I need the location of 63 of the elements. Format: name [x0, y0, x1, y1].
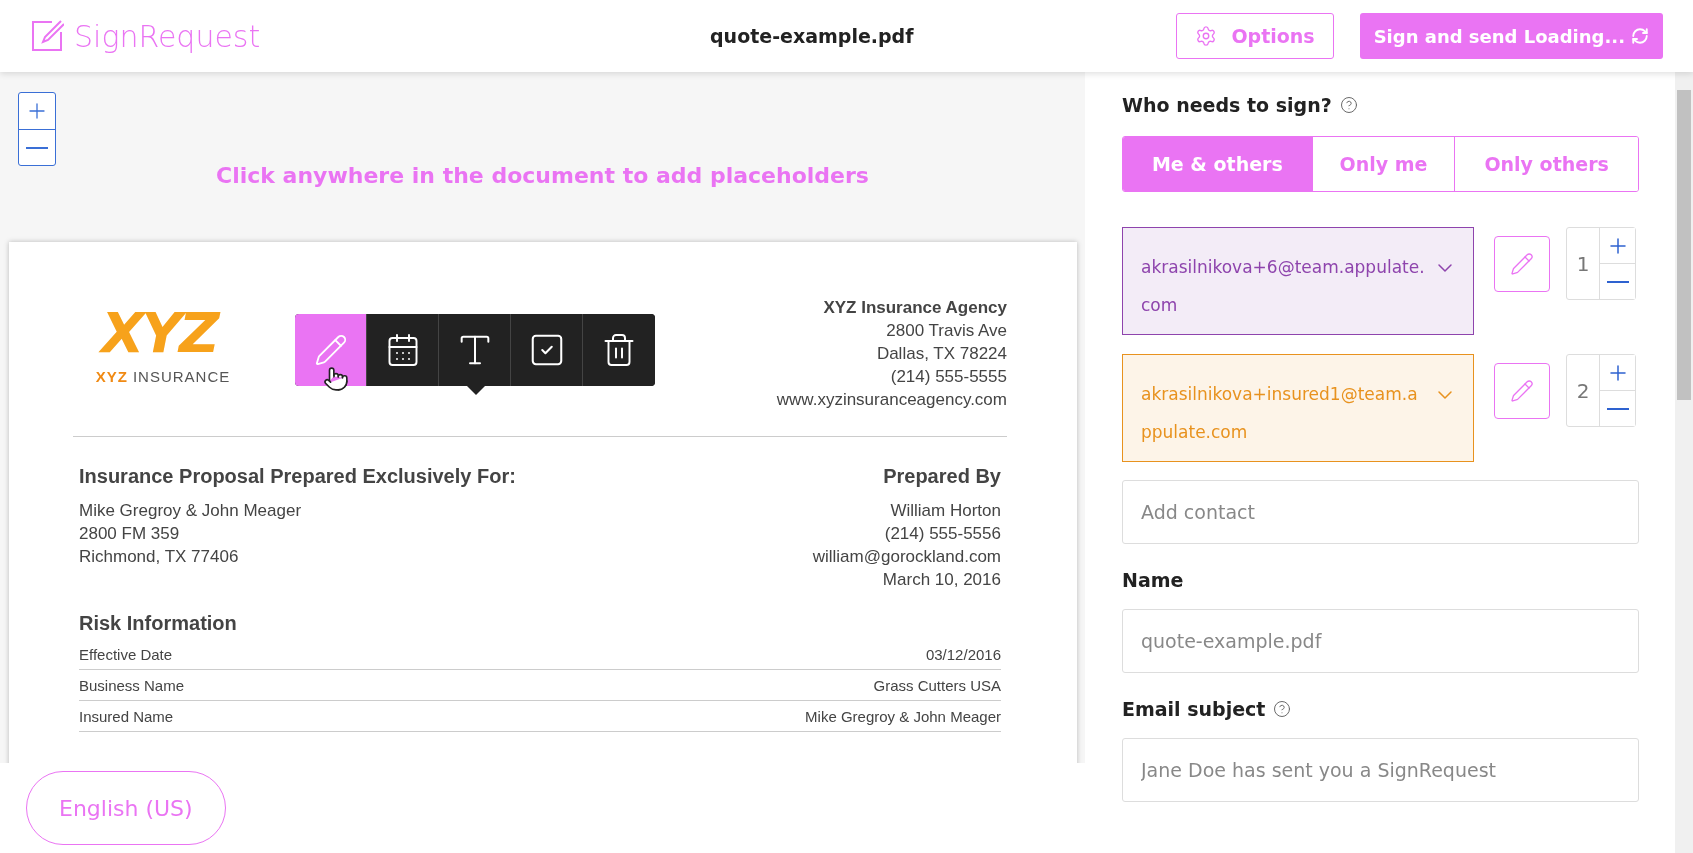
section-heading: Prepared By	[883, 465, 1001, 488]
signer-mode-tab[interactable]: Only others	[1454, 137, 1638, 191]
client-line: 2800 FM 359	[79, 524, 180, 544]
address-line: 2800 Travis Ave	[886, 321, 1007, 341]
table-cell: Effective Date	[79, 645, 173, 663]
field-label: Name	[1122, 569, 1184, 591]
address-line: (214) 555-5555	[890, 367, 1007, 387]
sign-and-send-button[interactable]: Sign and send Loading...	[1359, 13, 1663, 59]
table-cell: Insured Name	[79, 707, 174, 725]
file-name: quote-example.pdf	[710, 25, 914, 47]
logo-text: SignRequest	[74, 18, 261, 54]
scrollbar-thumb[interactable]	[1677, 90, 1691, 400]
field-label: Email subject	[1122, 698, 1266, 720]
preparer-line: (214) 555-5556	[884, 524, 1001, 544]
signer-email: akrasilnikova+6@team.appulate.com	[1141, 256, 1426, 317]
toolbar-pointer	[467, 386, 485, 395]
signer-mode-tab[interactable]: Me & others	[1123, 137, 1312, 191]
preparer-line: William Horton	[890, 501, 1001, 521]
edit-signer-button[interactable]	[1494, 236, 1550, 292]
decrease-order-button[interactable]	[1600, 390, 1635, 426]
edit-signer-button[interactable]	[1494, 363, 1550, 419]
minus-icon	[1606, 280, 1629, 283]
pen-icon	[313, 333, 348, 367]
scrollbar[interactable]	[1675, 72, 1693, 853]
language-button[interactable]: English (US)	[26, 771, 226, 845]
client-line: Richmond, TX 77406	[79, 547, 239, 567]
minus-icon	[26, 146, 48, 149]
preparer-line: william@gorockland.com	[812, 547, 1001, 567]
signer-select[interactable]: akrasilnikova+6@team.appulate.com	[1122, 227, 1474, 335]
name-field[interactable]: quote-example.pdf	[1122, 609, 1639, 673]
help-icon[interactable]	[1339, 96, 1358, 114]
signer-select[interactable]: akrasilnikova+insured1@team.appulate.com	[1122, 354, 1474, 462]
decrease-order-button[interactable]	[1600, 263, 1635, 299]
logo-caption: INSURANCE	[132, 367, 231, 385]
signature-tool[interactable]	[295, 314, 367, 386]
signing-order: 2	[1575, 377, 1591, 405]
hand-cursor-icon	[323, 366, 349, 392]
signer-email: akrasilnikova+insured1@team.appulate.com	[1141, 383, 1419, 444]
client-line: Mike Gregroy & John Meager	[79, 501, 302, 521]
company-logo: XYZ	[98, 302, 220, 364]
section-heading: Risk Information	[79, 612, 238, 635]
address-line: www.xyzinsuranceagency.com	[776, 390, 1007, 410]
signing-order: 1	[1575, 250, 1591, 278]
placeholder-hint: Click anywhere in the document to add placeholders	[216, 163, 869, 188]
add-contact-field[interactable]: Add contact	[1122, 480, 1639, 544]
minus-icon	[1606, 407, 1629, 410]
table-cell: 03/12/2016	[925, 645, 1001, 663]
table-cell: Grass Cutters USA	[873, 676, 1001, 694]
pen-icon	[1510, 379, 1534, 403]
logo-icon	[30, 19, 64, 53]
pen-icon	[1510, 252, 1534, 276]
settings-icon	[1195, 25, 1218, 47]
section-label: Who needs to sign?	[1122, 94, 1332, 116]
agency-name: XYZ Insurance Agency	[823, 298, 1007, 318]
table-cell: Mike Gregroy & John Meager	[805, 707, 1001, 725]
help-icon[interactable]	[1273, 700, 1292, 718]
preparer-line: March 10, 2016	[882, 570, 1001, 590]
loading-icon	[1631, 27, 1649, 45]
logo-caption: XYZ	[95, 367, 128, 385]
table-cell: Business Name	[79, 676, 185, 694]
address-line: Dallas, TX 78224	[876, 344, 1007, 364]
section-heading: Insurance Proposal Prepared Exclusively For:	[79, 465, 516, 488]
options-button[interactable]: Options	[1176, 13, 1334, 59]
